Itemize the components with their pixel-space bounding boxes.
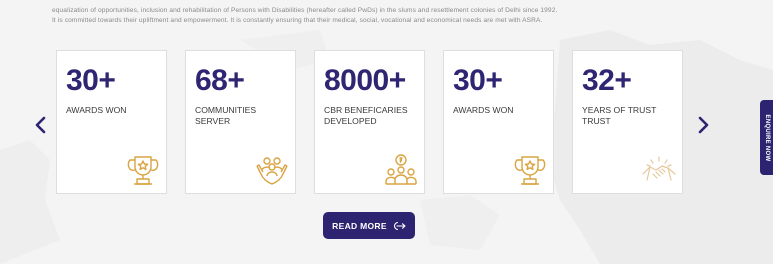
handshake-icon: [642, 156, 676, 181]
read-more-label: READ MORE: [332, 220, 387, 231]
community-hands-icon: [256, 157, 288, 185]
stat-label: CBR BENEFICARIES DEVELOPED: [324, 105, 408, 126]
stat-number: 30+: [453, 64, 503, 97]
carousel-next-arrow[interactable]: [694, 113, 712, 137]
arrow-exit-icon: [393, 221, 406, 230]
carousel-prev-arrow[interactable]: [32, 113, 50, 137]
stat-card-awards-2: 30+ AWARDS WON: [443, 50, 554, 194]
intro-line-1: equalization of opportunities, inclusion…: [52, 7, 558, 14]
enquire-now-tab[interactable]: ENQUIRE NOW: [760, 100, 773, 175]
intro-line-2: It is committed towards their upliftment…: [52, 17, 543, 24]
stat-card-awards: 30+ AWARDS WON: [56, 50, 167, 194]
stat-number: 30+: [66, 64, 116, 97]
stat-card-communities: 68+ COMMUNITIES SERVER: [185, 50, 296, 194]
read-more-button[interactable]: READ MORE: [323, 212, 415, 239]
stat-number: 68+: [195, 64, 245, 97]
stat-label: YEARS OF TRUST TRUST: [582, 105, 657, 126]
trophy-icon: [127, 156, 159, 185]
stat-number: 32+: [582, 64, 632, 97]
stat-card-years: 32+ YEARS OF TRUST TRUST: [572, 50, 683, 194]
enquire-now-label: ENQUIRE NOW: [763, 114, 770, 161]
beneficiaries-icon: [385, 154, 417, 185]
trophy-icon: [514, 156, 546, 185]
stat-number: 8000+: [324, 64, 406, 97]
intro-text: equalization of opportunities, inclusion…: [52, 6, 712, 26]
stat-label: AWARDS WON: [66, 105, 127, 115]
stat-label: COMMUNITIES SERVER: [195, 105, 257, 126]
stat-label: AWARDS WON: [453, 105, 514, 115]
stat-card-beneficiaries: 8000+ CBR BENEFICARIES DEVELOPED: [314, 50, 425, 194]
